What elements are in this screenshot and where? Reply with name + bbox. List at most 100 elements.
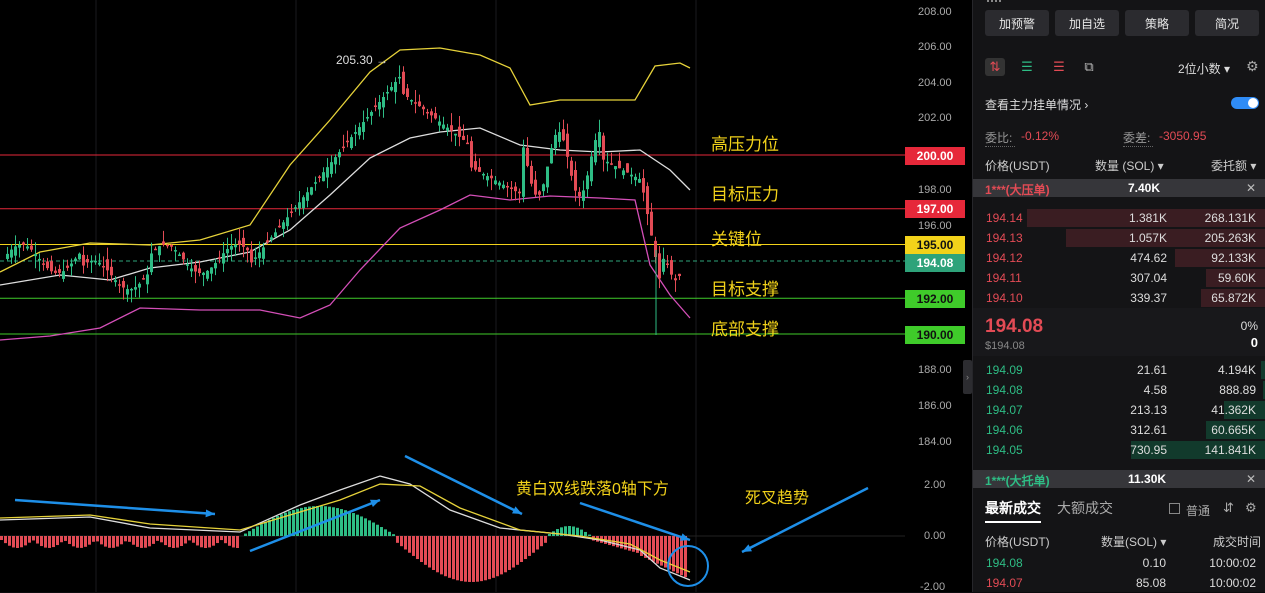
ask-row[interactable]: 194.10 339.37 65.872K bbox=[973, 288, 1265, 308]
candle-body bbox=[166, 244, 169, 247]
macd-bar bbox=[548, 533, 551, 536]
chart-scroll-handle[interactable]: › bbox=[963, 360, 972, 394]
macd-bar bbox=[136, 536, 139, 547]
add-watchlist-button[interactable]: 加自选 bbox=[1055, 10, 1119, 36]
close-icon[interactable]: ✕ bbox=[1246, 181, 1256, 195]
bid-row[interactable]: 194.05 730.95 141.841K bbox=[973, 440, 1265, 460]
axis-label: 204.00 bbox=[918, 77, 952, 89]
trade-header-qty[interactable]: 数量(SOL) ▾ bbox=[1101, 533, 1166, 550]
candle-body bbox=[358, 127, 361, 136]
bid-row[interactable]: 194.08 4.58 888.89 bbox=[973, 380, 1265, 400]
sort-icon[interactable]: ⇵ bbox=[1223, 500, 1234, 516]
candle-body bbox=[610, 163, 613, 165]
ask-row[interactable]: 194.13 1.057K 205.263K bbox=[973, 228, 1265, 248]
annotation-target-support: 目标支撑 bbox=[711, 280, 779, 299]
tab-latest-trades[interactable]: 最新成交 bbox=[985, 498, 1041, 518]
candle-body bbox=[578, 191, 581, 197]
book-asks-icon[interactable]: ☰ bbox=[1049, 58, 1069, 76]
candle-body bbox=[454, 133, 457, 136]
candle-body bbox=[638, 178, 641, 183]
bid-price: 194.07 bbox=[986, 403, 1023, 417]
candle-body bbox=[458, 126, 461, 137]
book-trades-icon[interactable]: ⧉ bbox=[1079, 58, 1099, 76]
candle-body bbox=[598, 132, 601, 148]
price-tag-192: 192.00 bbox=[905, 290, 965, 308]
macd-bar bbox=[80, 536, 83, 548]
macd-bar bbox=[384, 529, 387, 536]
candle-body bbox=[670, 260, 673, 275]
trade-price: 194.07 bbox=[986, 576, 1023, 590]
trade-header-price: 价格(USDT) bbox=[985, 535, 1050, 549]
candle-body bbox=[58, 269, 61, 273]
main-orders-toggle[interactable] bbox=[1231, 97, 1259, 109]
settings-icon[interactable]: ⚙ bbox=[1246, 58, 1259, 75]
book-bids-icon[interactable]: ☰ bbox=[1017, 58, 1037, 76]
candle-body bbox=[678, 273, 681, 277]
macd-bar bbox=[152, 536, 155, 544]
bid-row[interactable]: 194.06 312.61 60.665K bbox=[973, 420, 1265, 440]
decimal-select[interactable]: 2位小数 ▾ bbox=[1178, 60, 1230, 77]
candle-body bbox=[398, 76, 401, 79]
candle-body bbox=[650, 211, 653, 236]
macd-bar bbox=[160, 536, 163, 543]
macd-bar bbox=[588, 534, 591, 536]
macd-bar bbox=[416, 536, 419, 560]
normal-checkbox[interactable] bbox=[1169, 503, 1180, 514]
macd-bar bbox=[40, 536, 43, 547]
candle-body bbox=[462, 135, 465, 140]
macd-bar bbox=[108, 536, 111, 548]
arrow-head bbox=[370, 499, 380, 507]
candlestick-chart[interactable] bbox=[0, 0, 972, 592]
axis-label: 206.00 bbox=[918, 41, 952, 53]
macd-bar bbox=[516, 536, 519, 565]
macd-bar bbox=[268, 519, 271, 536]
candle-body bbox=[606, 161, 609, 164]
book-both-icon[interactable]: ⇅ bbox=[985, 58, 1005, 76]
candle-body bbox=[438, 121, 441, 126]
macd-bar bbox=[120, 536, 123, 545]
candle-body bbox=[138, 283, 141, 288]
ask-row[interactable]: 194.11 307.04 59.60K bbox=[973, 268, 1265, 288]
bid-row[interactable]: 194.07 213.13 41.362K bbox=[973, 400, 1265, 420]
macd-bar bbox=[144, 536, 147, 548]
candle-body bbox=[282, 222, 285, 229]
candle-body bbox=[74, 258, 77, 262]
close-icon[interactable]: ✕ bbox=[1246, 472, 1256, 486]
settings-icon[interactable]: ⚙ bbox=[1245, 500, 1257, 516]
axis-label: 188.00 bbox=[918, 364, 952, 376]
view-main-orders-link[interactable]: 查看主力挂单情况 › bbox=[985, 96, 1088, 113]
bid-row[interactable]: 194.09 21.61 4.194K bbox=[973, 360, 1265, 380]
macd-bar bbox=[528, 536, 531, 556]
macd-bar bbox=[4, 536, 7, 544]
macd-bar bbox=[520, 536, 523, 562]
book-header-qty[interactable]: 数量 (SOL) ▾ bbox=[1095, 157, 1164, 174]
candle-body bbox=[366, 117, 369, 119]
macd-bar bbox=[308, 506, 311, 536]
candle-body bbox=[178, 254, 181, 256]
candle-body bbox=[306, 192, 309, 201]
candle-body bbox=[426, 111, 429, 114]
macd-bar bbox=[396, 536, 399, 543]
macd-bar bbox=[488, 536, 491, 580]
strategy-button[interactable]: 策略 bbox=[1125, 10, 1189, 36]
ask-row[interactable]: 194.14 1.381K 268.131K bbox=[973, 208, 1265, 228]
candle-body bbox=[142, 278, 145, 280]
overview-button[interactable]: 简况 bbox=[1195, 10, 1259, 36]
candle-body bbox=[158, 246, 161, 256]
macd-bar bbox=[460, 536, 463, 582]
macd-bar bbox=[12, 536, 15, 548]
candle-body bbox=[290, 211, 293, 213]
candle-body bbox=[594, 140, 597, 163]
macd-bar bbox=[452, 536, 455, 580]
candle-body bbox=[590, 156, 593, 182]
price-chart-panel[interactable]: 208.00 206.00 204.00 202.00 198.00 196.0… bbox=[0, 0, 972, 593]
candle-body bbox=[362, 122, 365, 132]
tab-large-trades[interactable]: 大额成交 bbox=[1057, 498, 1113, 518]
arrow-head bbox=[205, 509, 215, 518]
candle-body bbox=[642, 178, 645, 193]
ask-row[interactable]: 194.12 474.62 92.133K bbox=[973, 248, 1265, 268]
candle-body bbox=[354, 132, 357, 134]
book-header-total[interactable]: 委托额 ▾ bbox=[1211, 157, 1256, 174]
macd-bar bbox=[236, 536, 239, 548]
add-alert-button[interactable]: 加预警 bbox=[985, 10, 1049, 36]
